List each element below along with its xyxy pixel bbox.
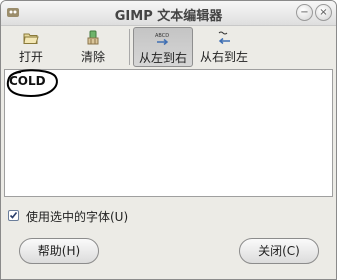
clear-label: 清除 — [80, 50, 105, 64]
text-editor-window: GIMP 文本编辑器 − × 打开 清除 ABCD 从左到右 从右到左 COLD… — [0, 0, 337, 280]
ltr-label: 从左到右 — [138, 51, 187, 65]
text-rtl-icon — [218, 31, 230, 45]
toolbar-separator — [129, 29, 130, 65]
svg-text:ABCD: ABCD — [155, 33, 169, 39]
clear-button[interactable]: 清除 — [71, 27, 115, 67]
text-ltr-icon: ABCD — [155, 33, 169, 46]
text-editor-area[interactable]: COLD — [4, 69, 333, 197]
ltr-button[interactable]: ABCD 从左到右 — [133, 27, 193, 67]
clear-icon — [87, 30, 99, 45]
use-selected-font-label: 使用选中的字体(U) — [26, 210, 129, 224]
use-selected-font-checkbox[interactable] — [8, 210, 19, 221]
help-button[interactable]: 帮助(H) — [19, 238, 99, 264]
open-button[interactable]: 打开 — [9, 27, 53, 67]
title-bar[interactable]: GIMP 文本编辑器 − × — [1, 1, 336, 26]
rtl-button[interactable]: 从右到左 — [195, 27, 253, 67]
checkmark-icon — [9, 212, 18, 219]
rtl-label: 从右到左 — [199, 50, 248, 64]
close-button[interactable]: 关闭(C) — [239, 238, 319, 264]
toolbar: 打开 清除 ABCD 从左到右 从右到左 — [1, 27, 336, 69]
close-window-button[interactable]: × — [315, 4, 332, 21]
editor-text: COLD — [9, 74, 46, 88]
minimize-button[interactable]: − — [296, 4, 313, 21]
window-title: GIMP 文本编辑器 — [114, 9, 223, 24]
folder-open-icon — [23, 33, 39, 44]
open-label: 打开 — [18, 50, 43, 64]
